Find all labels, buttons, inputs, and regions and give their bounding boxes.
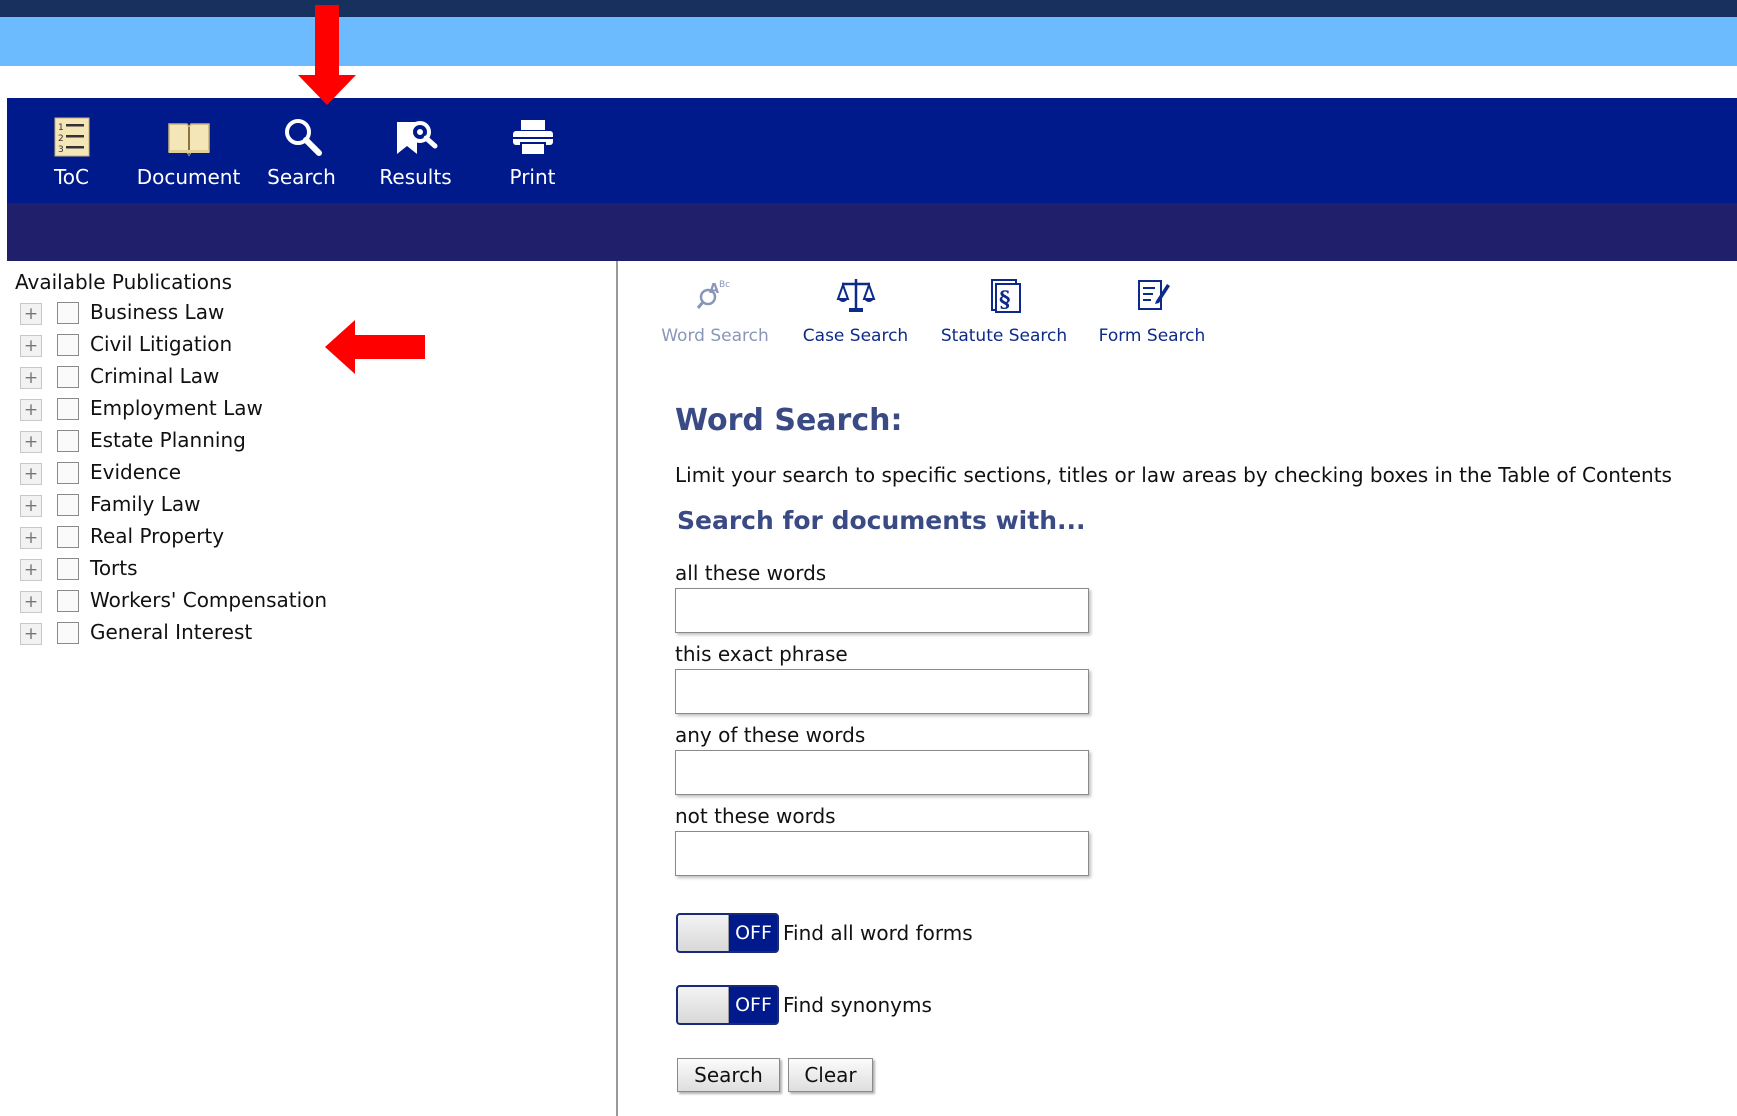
svg-text:1: 1 (58, 123, 64, 133)
publication-label[interactable]: Business Law (90, 300, 224, 324)
expand-icon[interactable]: + (20, 527, 42, 549)
synonyms-toggle[interactable]: OFF (676, 985, 779, 1025)
search-description: Limit your search to specific sections, … (675, 463, 1672, 487)
header-dark-strip (0, 0, 1737, 17)
search-toolbar-label: Search (267, 165, 336, 189)
document-label: Document (136, 165, 241, 189)
publication-checkbox[interactable] (57, 430, 79, 452)
publication-label[interactable]: Civil Litigation (90, 332, 232, 356)
expand-icon[interactable]: + (20, 463, 42, 485)
expand-icon[interactable]: + (20, 431, 42, 453)
toggle-state: OFF (735, 922, 772, 944)
word-search-label: Word Search (661, 326, 769, 346)
toolbar-subbar (7, 203, 1737, 261)
printer-icon (512, 120, 553, 156)
page-title: Word Search: (675, 403, 903, 438)
synonyms-label: Find synonyms (783, 993, 932, 1017)
toggle-knob (678, 915, 729, 951)
expand-icon[interactable]: + (20, 335, 42, 357)
results-label: Results (379, 165, 452, 189)
not-words-label: not these words (675, 804, 836, 828)
book-icon (167, 123, 210, 157)
publication-label[interactable]: General Interest (90, 620, 252, 644)
publications-pane (0, 261, 616, 1116)
all-words-label: all these words (675, 561, 827, 585)
publication-checkbox[interactable] (57, 590, 79, 612)
publication-checkbox[interactable] (57, 526, 79, 548)
expand-icon[interactable]: + (20, 495, 42, 517)
search-button[interactable]: Search (677, 1058, 780, 1092)
form-edit-icon (1138, 280, 1170, 310)
publication-checkbox[interactable] (57, 334, 79, 356)
publication-checkbox[interactable] (57, 622, 79, 644)
publication-checkbox[interactable] (57, 398, 79, 420)
any-words-input[interactable] (675, 750, 1089, 795)
publication-label[interactable]: Estate Planning (90, 428, 246, 452)
svg-text:3: 3 (58, 145, 64, 155)
expand-icon[interactable]: + (20, 303, 42, 325)
not-words-input[interactable] (675, 831, 1089, 876)
word-forms-toggle[interactable]: OFF (676, 913, 779, 953)
scales-icon (836, 279, 875, 312)
any-words-label: any of these words (675, 723, 866, 747)
expand-icon[interactable]: + (20, 623, 42, 645)
expand-icon[interactable]: + (20, 559, 42, 581)
print-button[interactable]: Print (490, 98, 575, 203)
publication-checkbox[interactable] (57, 462, 79, 484)
svg-text:A: A (709, 282, 719, 297)
publication-checkbox[interactable] (57, 494, 79, 516)
toggle-state: OFF (735, 994, 772, 1016)
print-label: Print (509, 165, 556, 189)
results-icon (396, 121, 437, 154)
form-search-label: Form Search (1098, 326, 1206, 346)
magnifier-icon (284, 119, 322, 156)
publication-checkbox[interactable] (57, 302, 79, 324)
toc-button[interactable]: 1 2 3 ToC (34, 98, 109, 203)
toggle-knob (678, 987, 729, 1023)
publication-label[interactable]: Real Property (90, 524, 224, 548)
expand-icon[interactable]: + (20, 367, 42, 389)
expand-icon[interactable]: + (20, 399, 42, 421)
svg-text:Bc: Bc (719, 280, 730, 290)
toc-label: ToC (53, 165, 90, 189)
word-search-icon: A Bc (696, 280, 730, 309)
toc-icon: 1 2 3 (54, 117, 89, 157)
results-button[interactable]: Results (373, 98, 458, 203)
word-forms-label: Find all word forms (783, 921, 973, 945)
publication-label[interactable]: Family Law (90, 492, 200, 516)
exact-phrase-label: this exact phrase (675, 642, 848, 666)
down-arrow-annotation (298, 5, 356, 105)
search-subtitle: Search for documents with... (677, 506, 1086, 535)
publication-label[interactable]: Criminal Law (90, 364, 219, 388)
document-button[interactable]: Document (125, 98, 252, 203)
main-toolbar: 1 2 3 ToC Document Search Results Print (7, 98, 1737, 203)
publication-checkbox[interactable] (57, 366, 79, 388)
publication-checkbox[interactable] (57, 558, 79, 580)
section-icon: § (991, 279, 1021, 313)
publication-label[interactable]: Torts (90, 556, 138, 580)
publication-label[interactable]: Employment Law (90, 396, 263, 420)
svg-text:§: § (999, 287, 1011, 313)
case-search-label: Case Search (802, 326, 909, 346)
available-publications-title: Available Publications (15, 270, 233, 294)
search-button-toolbar[interactable]: Search (259, 98, 344, 203)
all-words-input[interactable] (675, 588, 1089, 633)
pane-divider[interactable] (616, 261, 618, 1116)
publication-label[interactable]: Evidence (90, 460, 181, 484)
header-light-strip (0, 17, 1737, 66)
expand-icon[interactable]: + (20, 591, 42, 613)
exact-phrase-input[interactable] (675, 669, 1089, 714)
statute-search-label: Statute Search (940, 326, 1068, 346)
clear-button[interactable]: Clear (788, 1058, 873, 1092)
svg-text:2: 2 (58, 134, 64, 144)
publication-label[interactable]: Workers' Compensation (90, 588, 327, 612)
